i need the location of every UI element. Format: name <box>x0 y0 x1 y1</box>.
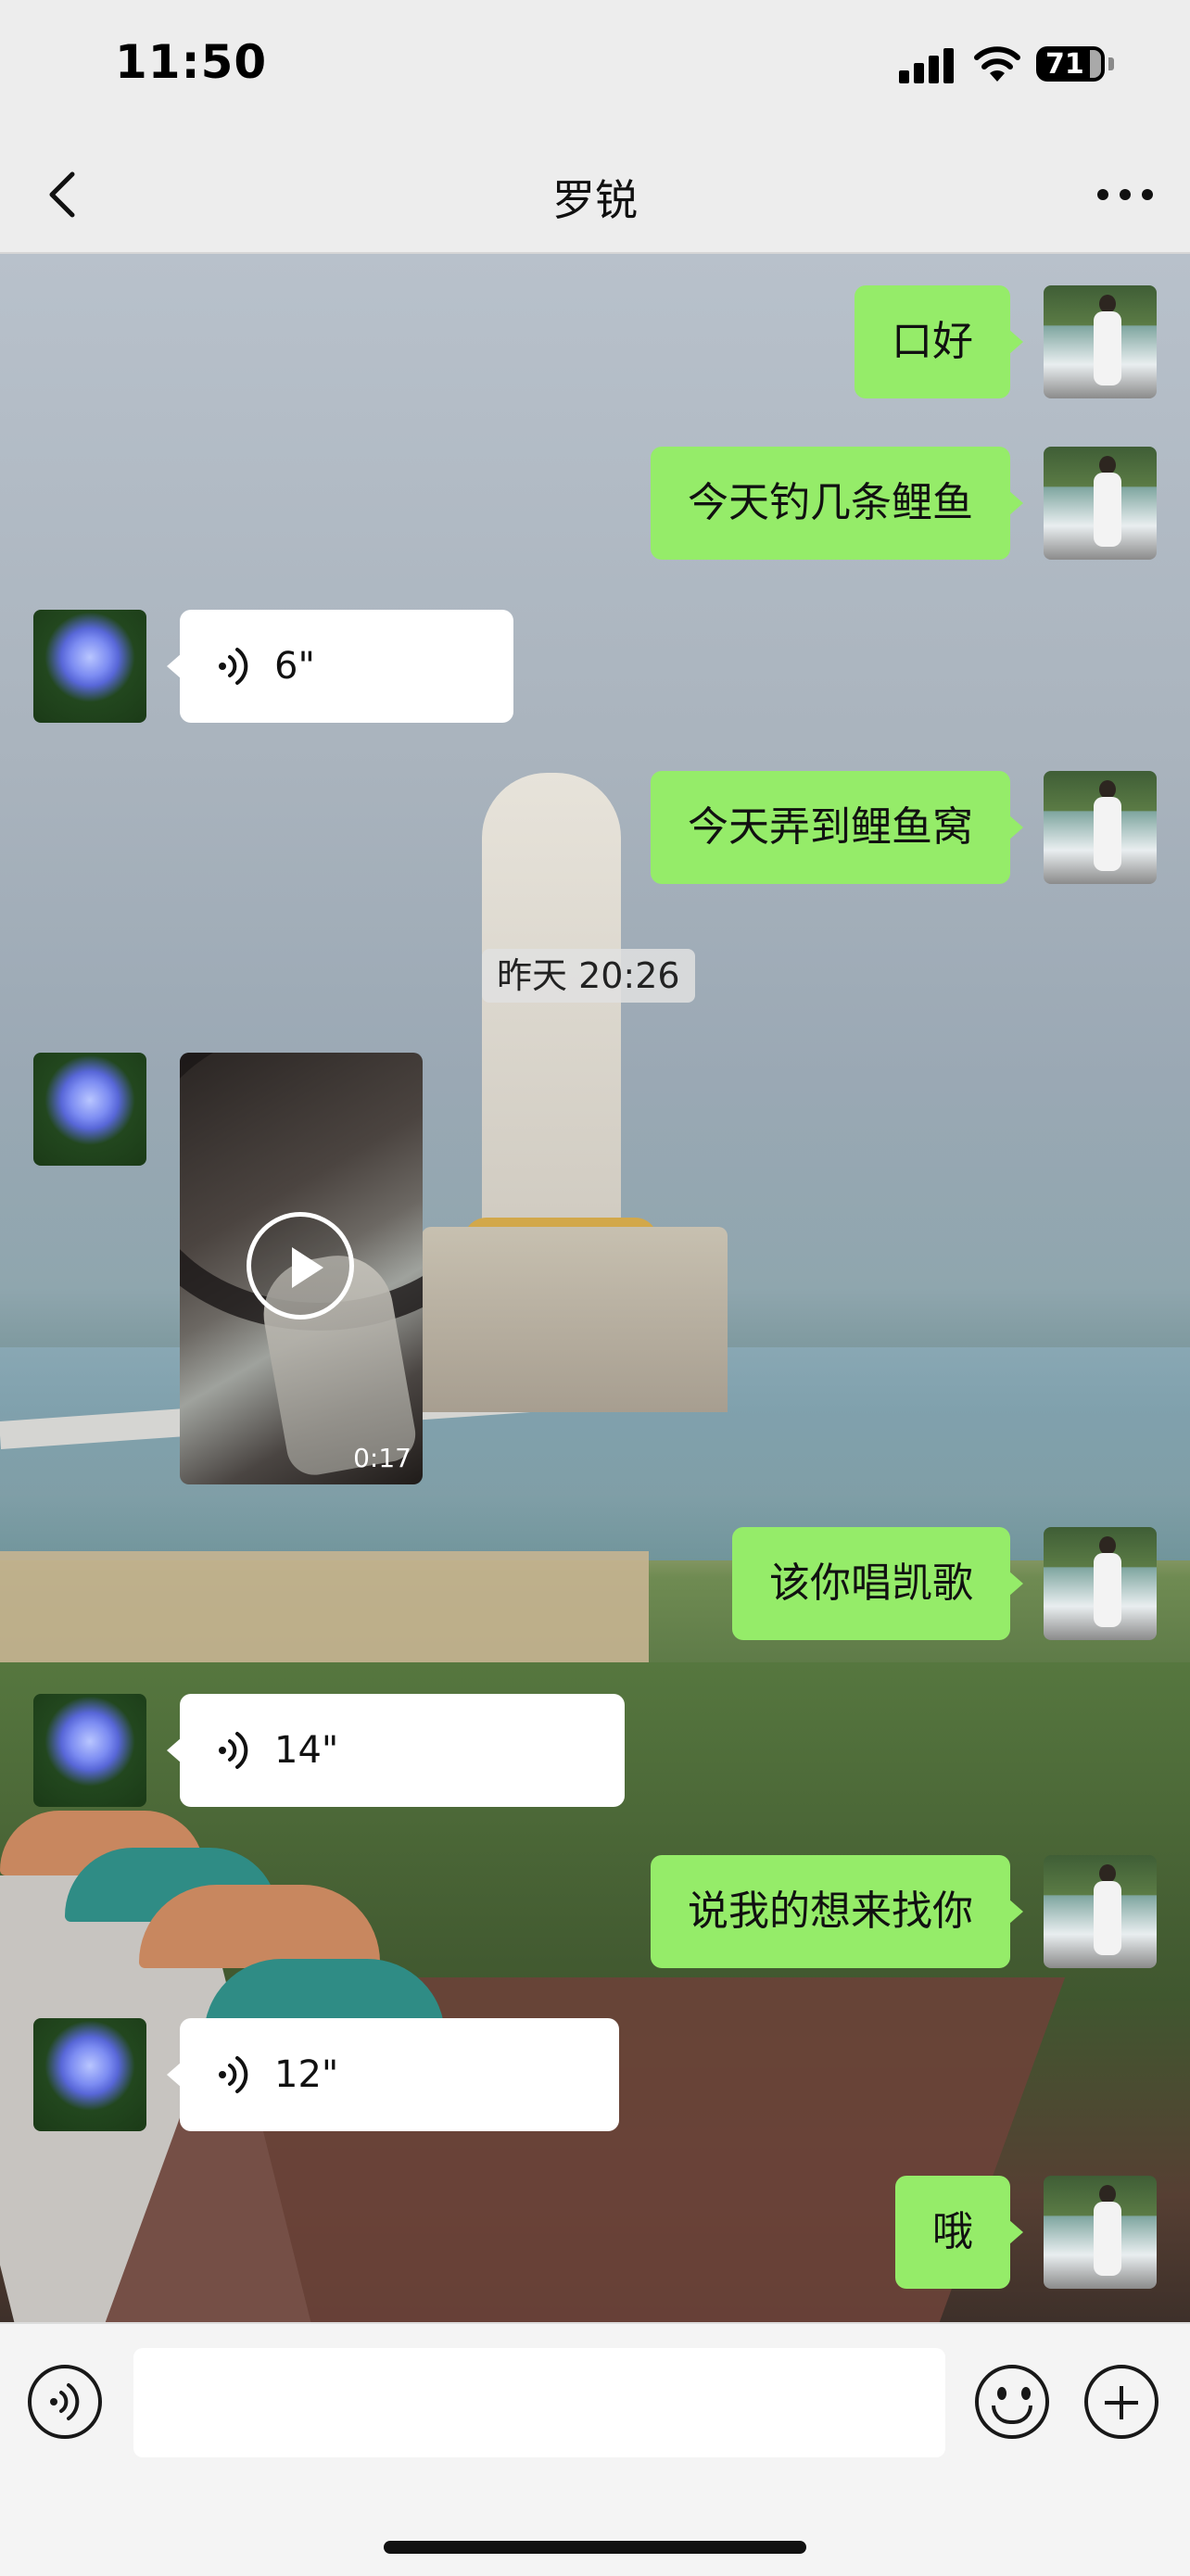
avatar-contact[interactable] <box>33 1053 146 1166</box>
emoji-icon[interactable] <box>975 2365 1049 2439</box>
wifi-icon <box>974 46 1020 82</box>
avatar-self[interactable] <box>1044 285 1157 398</box>
voice-icon <box>50 2383 80 2420</box>
voice-message[interactable]: 12" <box>180 2018 619 2131</box>
avatar-self[interactable] <box>1044 771 1157 884</box>
timestamp: 昨天 20:26 <box>482 949 695 1003</box>
message-input[interactable] <box>133 2348 945 2457</box>
voice-message[interactable]: 14" <box>180 1694 625 1807</box>
voice-duration: 14" <box>274 1729 339 1772</box>
avatar-self[interactable] <box>1044 1855 1157 1968</box>
video-duration: 0:17 <box>353 1443 411 1473</box>
status-bar: 11:50 71 <box>0 0 1190 139</box>
background-statue <box>482 773 621 1255</box>
chat-header: 罗锐 <box>0 139 1190 254</box>
plus-icon[interactable] <box>1084 2365 1158 2439</box>
avatar-self[interactable] <box>1044 1527 1157 1640</box>
voice-duration: 6" <box>274 645 315 688</box>
bubble-tail <box>1008 814 1023 840</box>
bubble-tail <box>1008 329 1023 355</box>
voice-message[interactable]: 6" <box>180 610 513 723</box>
video-message[interactable]: 0:17 <box>180 1053 423 1484</box>
chat-title: 罗锐 <box>552 175 638 225</box>
home-indicator <box>384 2541 806 2554</box>
bubble-tail <box>1008 2219 1023 2245</box>
avatar-self[interactable] <box>1044 447 1157 560</box>
bubble-tail <box>1008 1571 1023 1597</box>
message-bubble-sent[interactable]: 今天钓几条鲤鱼 <box>651 447 1010 560</box>
battery-level: 71 <box>1045 48 1084 81</box>
avatar-contact[interactable] <box>33 610 146 723</box>
play-icon[interactable] <box>247 1212 354 1320</box>
avatar-contact[interactable] <box>33 1694 146 1807</box>
bubble-tail <box>1008 490 1023 516</box>
chat-area[interactable]: 口好 今天钓几条鲤鱼 6" 今天弄到鲤鱼窝 昨天 20:26 0:17 该你唱凯… <box>0 254 1190 2322</box>
voice-wave-icon <box>219 2056 248 2093</box>
voice-input-button[interactable] <box>28 2365 102 2439</box>
voice-wave-icon <box>219 1732 248 1769</box>
battery-cap <box>1108 57 1114 70</box>
bubble-tail <box>1008 1899 1023 1925</box>
message-bubble-sent[interactable]: 哦 <box>895 2176 1010 2289</box>
input-bar <box>0 2322 1190 2576</box>
message-bubble-sent[interactable]: 说我的想来找你 <box>651 1855 1010 1968</box>
ellipsis-icon[interactable] <box>1092 169 1158 221</box>
background-statue-base <box>422 1227 728 1412</box>
signal-icon <box>899 48 956 83</box>
background-umbrella <box>139 1885 380 1968</box>
message-bubble-sent[interactable]: 该你唱凯歌 <box>732 1527 1010 1640</box>
status-time: 11:50 <box>115 35 268 89</box>
avatar-self[interactable] <box>1044 2176 1157 2289</box>
battery-icon: 71 <box>1036 46 1105 82</box>
message-bubble-sent[interactable]: 今天弄到鲤鱼窝 <box>651 771 1010 884</box>
avatar-contact[interactable] <box>33 2018 146 2131</box>
voice-duration: 12" <box>274 2053 339 2096</box>
voice-wave-icon <box>219 648 248 685</box>
message-bubble-sent[interactable]: 口好 <box>855 285 1010 398</box>
